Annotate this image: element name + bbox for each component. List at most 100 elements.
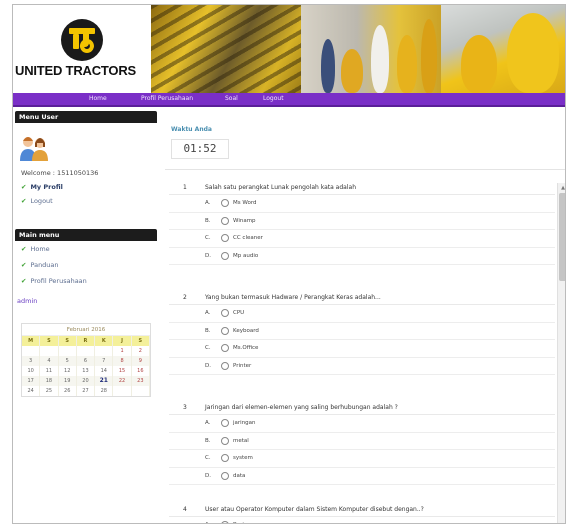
calendar-day[interactable]: 14 [95, 366, 114, 376]
calendar-today[interactable]: 21 [95, 376, 114, 386]
page-frame: UNITED TRACTORS Home Profil Perusahaan S… [12, 4, 566, 524]
calendar-day[interactable]: 10 [22, 366, 41, 376]
nav-logout[interactable]: Logout [263, 95, 284, 102]
option-text: system [233, 455, 253, 461]
scrollbar-thumb[interactable] [559, 193, 565, 281]
calendar-day[interactable]: 4 [40, 356, 59, 366]
answer-option[interactable]: A.Brainware [169, 517, 555, 523]
brand-name: UNITED TRACTORS [15, 63, 136, 78]
answer-radio[interactable] [221, 419, 229, 427]
sidebar-item-logout[interactable]: ✔ Logout [21, 197, 53, 205]
calendar-day[interactable]: 26 [59, 386, 77, 396]
calendar-day[interactable]: 3 [22, 356, 41, 366]
calendar-day[interactable]: 20 [77, 376, 96, 386]
option-text: CPU [233, 310, 245, 316]
option-letter: C. [205, 345, 211, 351]
answer-option[interactable]: B. Keyboard [169, 323, 555, 340]
calendar-day[interactable]: 1 [113, 346, 132, 356]
answer-option[interactable]: C. Ms.Office [169, 340, 555, 358]
logo[interactable]: UNITED TRACTORS [13, 5, 151, 93]
question-number: 3 [183, 404, 187, 411]
sidebar: Menu User Welcome : 1511050136 ✔ My Profi… [15, 111, 157, 397]
check-icon: ✔ [21, 245, 27, 253]
question-2: 2 Yang bukan termasuk Hadware / Perangkat… [169, 291, 555, 375]
calendar-day[interactable]: 19 [59, 376, 77, 386]
calendar-day[interactable]: 9 [132, 356, 150, 366]
answer-option[interactable]: C. CC cleaner [169, 230, 555, 248]
answer-radio[interactable] [221, 471, 229, 480]
calendar-day[interactable]: 28 [95, 386, 114, 396]
answer-option[interactable]: C. system [169, 450, 555, 468]
timer-label: Waktu Anda [171, 126, 212, 133]
calendar-day[interactable]: 12 [59, 366, 77, 376]
answer-radio[interactable] [221, 216, 229, 225]
weekday: R [77, 336, 96, 346]
check-icon: ✔ [21, 183, 27, 191]
calendar: Februari 2016 M S S R K J S 1 2 3 4 5 6 7 8 9 10 1… [21, 323, 151, 397]
countdown-timer: 01:52 [171, 139, 229, 159]
answer-radio[interactable] [221, 454, 229, 462]
answer-radio[interactable] [221, 361, 229, 370]
sidebar-item-home[interactable]: ✔ Home [21, 245, 50, 253]
calendar-day[interactable]: 7 [95, 356, 114, 366]
calendar-day[interactable]: 24 [22, 386, 41, 396]
question-1: 1 Salah satu perangkat Lunak pengolah kat… [169, 181, 555, 265]
answer-option[interactable]: D. data [169, 468, 555, 485]
question-list[interactable]: 1 Salah satu perangkat Lunak pengolah kat… [169, 181, 555, 523]
united-tractors-logo-icon [61, 19, 103, 61]
question-header: 4 User atau Operator Komputer dalam Siste… [169, 503, 555, 517]
answer-radio[interactable] [221, 326, 229, 335]
calendar-day[interactable]: 13 [77, 366, 96, 376]
calendar-week-row: 24 25 26 27 28 [22, 386, 150, 396]
question-number: 1 [183, 184, 187, 191]
nav-profil-perusahaan[interactable]: Profil Perusahaan [141, 95, 193, 102]
calendar-day[interactable]: 15 [113, 366, 132, 376]
admin-link[interactable]: admin [17, 297, 37, 305]
answer-option[interactable]: A. Ms Word [169, 195, 555, 213]
weekday: M [22, 336, 41, 346]
calendar-day[interactable]: 27 [77, 386, 96, 396]
option-text: Printer [233, 362, 252, 369]
calendar-day[interactable]: 22 [113, 376, 132, 386]
sidebar-item-label: My Profil [30, 183, 63, 191]
scroll-up-arrow-icon[interactable]: ▲ [559, 184, 565, 192]
check-icon: ✔ [21, 197, 27, 205]
calendar-day[interactable]: 25 [40, 386, 59, 396]
answer-option[interactable]: A. jaringan [169, 415, 555, 433]
answer-radio[interactable] [221, 251, 229, 260]
calendar-day[interactable]: 16 [132, 366, 150, 376]
sidebar-item-profil-perusahaan[interactable]: ✔ Profil Perusahaan [21, 277, 87, 285]
sidebar-item-my-profil[interactable]: ✔ My Profil [21, 183, 63, 191]
answer-radio[interactable] [221, 344, 229, 352]
calendar-day[interactable]: 11 [40, 366, 59, 376]
sidebar-item-label: Home [30, 245, 50, 253]
calendar-day[interactable]: 17 [22, 376, 41, 386]
calendar-day[interactable]: 5 [59, 356, 77, 366]
answer-radio[interactable] [221, 234, 229, 242]
calendar-day[interactable]: 23 [132, 376, 150, 386]
answer-radio[interactable] [221, 436, 229, 445]
calendar-day[interactable]: 6 [77, 356, 96, 366]
nav-soal[interactable]: Soal [225, 95, 238, 102]
answer-option[interactable]: D. Mp audio [169, 248, 555, 265]
nav-home[interactable]: Home [89, 95, 107, 102]
answer-option[interactable]: B. metal [169, 433, 555, 450]
sidebar-item-panduan[interactable]: ✔ Panduan [21, 261, 59, 269]
scrollbar[interactable]: ▲ [557, 183, 565, 523]
sidebar-item-label: Profil Perusahaan [30, 277, 87, 285]
divider [165, 169, 565, 170]
calendar-day[interactable]: 2 [132, 346, 150, 356]
option-letter: A. [205, 200, 211, 206]
answer-option[interactable]: B. Winamp [169, 213, 555, 230]
answer-radio[interactable] [221, 199, 229, 207]
calendar-day[interactable]: 18 [40, 376, 59, 386]
answer-option[interactable]: A. CPU [169, 305, 555, 323]
header: UNITED TRACTORS [13, 5, 565, 93]
check-icon: ✔ [21, 261, 27, 269]
option-letter: B. [205, 437, 211, 444]
option-text: data [233, 472, 246, 479]
answer-radio[interactable] [221, 309, 229, 317]
option-text: Ms.Office [233, 345, 259, 351]
calendar-day[interactable]: 8 [113, 356, 132, 366]
answer-option[interactable]: D. Printer [169, 358, 555, 375]
